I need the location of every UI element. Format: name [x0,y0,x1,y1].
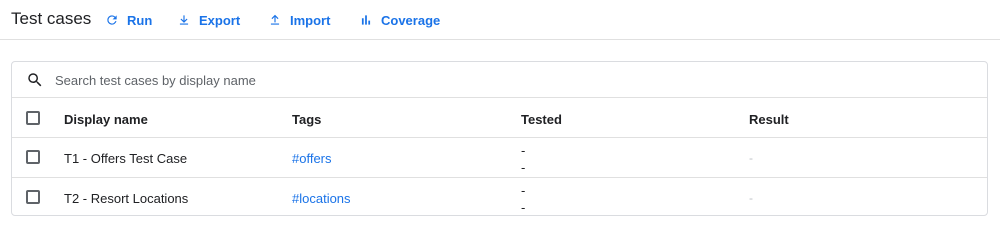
test-cases-card: Display name Tags Tested Result T1 - Off… [11,61,988,216]
run-button[interactable]: Run [105,11,152,29]
table-row[interactable]: T2 - Resort Locations #locations - - - [12,178,987,215]
tested-value: - [521,160,526,175]
display-name-cell[interactable]: T2 - Resort Locations [64,191,188,206]
tested-cell: - - [521,182,526,215]
download-icon [179,15,189,25]
import-button[interactable]: Import [268,11,330,29]
export-button[interactable]: Export [177,11,240,29]
upload-icon [270,14,280,25]
column-header-display-name[interactable]: Display name [64,112,148,127]
select-all-checkbox[interactable] [26,111,40,125]
tested-value: - [521,200,526,215]
row-checkbox[interactable] [26,190,40,204]
search-input[interactable] [55,70,655,90]
tested-value: - [521,183,526,198]
tag-link[interactable]: #locations [292,191,351,206]
search-bar [12,62,987,98]
column-header-tested[interactable]: Tested [521,112,562,127]
row-checkbox[interactable] [26,150,40,164]
result-cell: - [749,151,753,165]
coverage-label: Coverage [381,12,441,28]
refresh-icon [107,15,117,25]
run-label: Run [127,12,153,28]
export-label: Export [199,12,241,28]
import-label: Import [290,12,331,28]
tag-link[interactable]: #offers [292,151,332,166]
column-header-result[interactable]: Result [749,112,789,127]
top-toolbar: Test cases Run Export Import Coverage [0,0,1000,40]
column-header-tags[interactable]: Tags [292,112,321,127]
display-name-cell[interactable]: T1 - Offers Test Case [64,151,187,166]
tested-value: - [521,143,526,158]
tested-cell: - - [521,142,525,176]
coverage-button[interactable]: Coverage [359,11,440,29]
page-title: Test cases [11,9,92,28]
search-icon [28,73,42,87]
result-cell: - [749,191,753,205]
bar-chart-icon [361,15,371,25]
table-row[interactable]: T1 - Offers Test Case #offers - - - [12,138,987,178]
table-header-row: Display name Tags Tested Result [12,98,987,138]
